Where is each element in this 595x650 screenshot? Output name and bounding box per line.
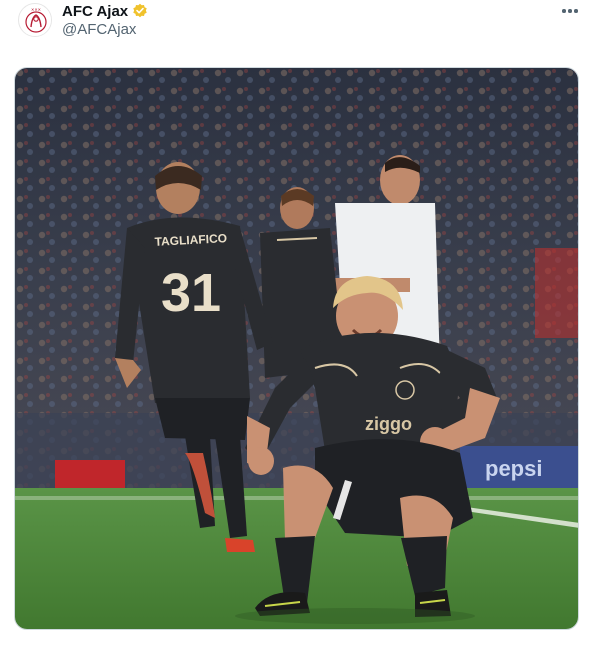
tweet-photo[interactable]: pepsi TAGLIAFICO 31 ziggo: [14, 67, 579, 630]
football-celebration-photo: pepsi TAGLIAFICO 31 ziggo: [15, 68, 578, 629]
ajax-crest-icon: ✕✕✕: [20, 5, 51, 36]
jersey-number-text: 31: [161, 263, 221, 323]
pepsi-board-text: pepsi: [485, 456, 542, 481]
verified-badge-icon: [132, 3, 148, 19]
svg-text:✕✕✕: ✕✕✕: [31, 7, 41, 12]
display-name[interactable]: AFC Ajax: [62, 3, 128, 20]
sponsor-text: ziggo: [365, 414, 412, 434]
user-handle[interactable]: @AFCAjax: [62, 21, 136, 38]
tweet-header: ✕✕✕ AFC Ajax @AFCAjax: [0, 0, 595, 60]
ajax-crest-avatar[interactable]: ✕✕✕: [18, 3, 52, 37]
more-options-icon[interactable]: [557, 1, 583, 21]
